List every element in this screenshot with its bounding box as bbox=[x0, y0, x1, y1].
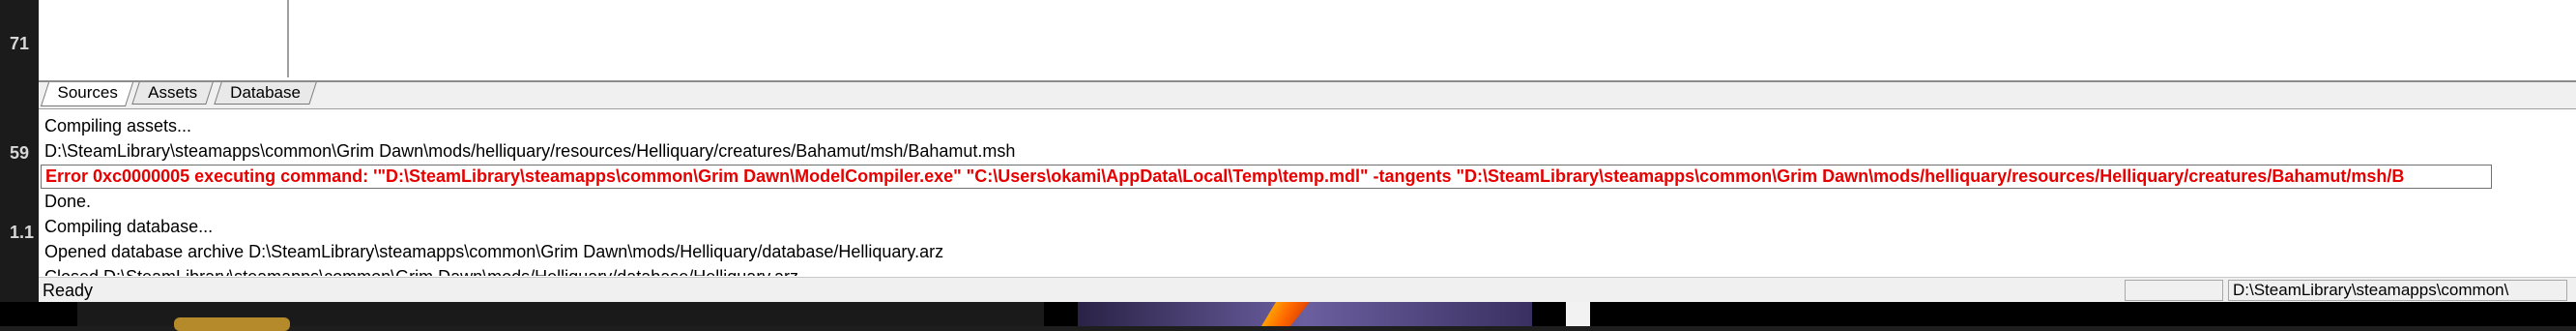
status-pane-empty bbox=[2125, 280, 2223, 301]
left-strip: 71 59 1.1 bbox=[0, 0, 39, 326]
log-line: Compiling assets... bbox=[44, 116, 192, 135]
pane-splitter[interactable] bbox=[287, 0, 289, 77]
output-log[interactable]: Compiling assets... D:\SteamLibrary\stea… bbox=[39, 109, 2576, 276]
log-error-line[interactable]: Error 0xc0000005 executing command: '"D:… bbox=[41, 165, 2492, 189]
left-number: 71 bbox=[10, 34, 30, 53]
status-bar: Ready D:\SteamLibrary\steamapps\common\ bbox=[39, 277, 2576, 303]
scene-strip bbox=[1566, 302, 1590, 326]
left-number: 1.1 bbox=[10, 223, 35, 242]
asset-manager-window: Sources Assets Database Compiling assets… bbox=[39, 0, 2576, 303]
top-pane bbox=[39, 0, 2576, 81]
tab-sources[interactable]: Sources bbox=[40, 82, 134, 106]
log-line: Done. bbox=[44, 192, 92, 211]
log-line: D:\SteamLibrary\steamapps\common\Grim Da… bbox=[44, 141, 1016, 161]
scene-button bbox=[174, 317, 290, 331]
left-number: 59 bbox=[10, 143, 30, 163]
background-scene bbox=[0, 302, 2576, 331]
tab-label: Assets bbox=[148, 83, 198, 102]
status-path: D:\SteamLibrary\steamapps\common\ bbox=[2228, 280, 2567, 301]
tab-database[interactable]: Database bbox=[214, 82, 317, 105]
log-line: Closed D:\SteamLibrary\steamapps\common\… bbox=[44, 267, 798, 276]
tab-bar: Sources Assets Database bbox=[39, 82, 2576, 109]
tab-assets[interactable]: Assets bbox=[131, 82, 214, 105]
tab-label: Sources bbox=[57, 83, 118, 102]
log-line: Compiling database... bbox=[44, 217, 214, 236]
status-text: Ready bbox=[43, 281, 94, 300]
tab-label: Database bbox=[230, 83, 301, 102]
log-line: Opened database archive D:\SteamLibrary\… bbox=[44, 242, 944, 261]
